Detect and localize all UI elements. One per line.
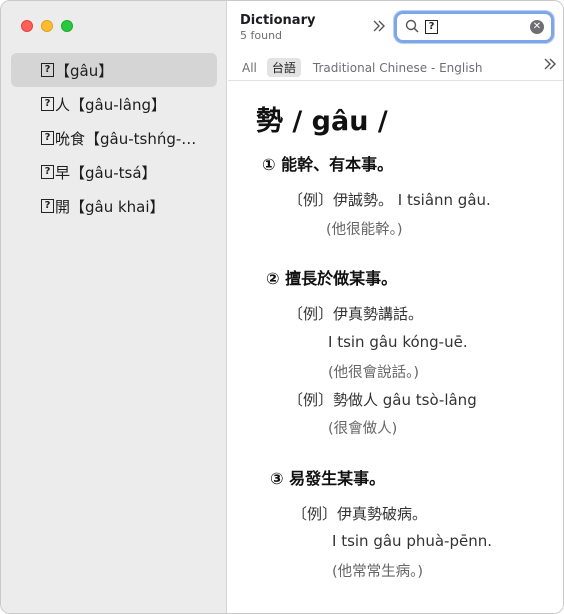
main-panel: Dictionary 5 found ? ✕ All 台語 Traditiona…: [228, 1, 563, 613]
result-item-label: 早【gâu-tsá】: [55, 163, 157, 182]
zoom-window-button[interactable]: [61, 20, 73, 32]
gloss-line: (他很會說話。): [328, 365, 420, 381]
entry-content: 勢 / gâu / ① 能幹、有本事。 〔例〕伊誠勢。 I tsiânn gâu…: [228, 83, 563, 613]
search-icon: [405, 19, 419, 33]
sense-heading: ① 能幹、有本事。: [262, 155, 394, 174]
result-item[interactable]: ? 早【gâu-tsá】: [11, 155, 217, 189]
double-chevron-right-icon: [373, 20, 385, 32]
result-item-label: 吮食【gâu-tshńg-…: [55, 129, 197, 148]
search-field[interactable]: ? ✕: [394, 11, 554, 43]
romanization-line: I tsin gâu phuà-pēnn.: [332, 532, 492, 550]
more-tabs-button[interactable]: [543, 58, 557, 73]
gloss-line: (他常常生病。): [332, 564, 424, 580]
result-count: 5 found: [240, 29, 283, 42]
example-line: 〔例〕伊誠勢。 I tsiânn gâu.: [288, 191, 491, 209]
minimize-window-button[interactable]: [41, 20, 53, 32]
tab-all[interactable]: All: [242, 61, 257, 75]
clear-icon[interactable]: ✕: [530, 20, 544, 34]
result-item[interactable]: ? 人【gâu-lâng】: [11, 87, 217, 121]
result-item-label: 開【gâu khai】: [55, 197, 165, 216]
toggle-sidebar-button[interactable]: [368, 15, 390, 37]
missing-glyph-icon: ?: [41, 131, 54, 145]
missing-glyph-icon: ?: [41, 97, 54, 111]
dictionary-tabs: All 台語 Traditional Chinese - English: [228, 55, 563, 81]
tab-taigi[interactable]: 台語: [266, 58, 301, 77]
sense-heading: ② 擅長於做某事。: [266, 269, 398, 288]
close-window-button[interactable]: [21, 20, 33, 32]
example-line: 〔例〕勢做人 gâu tsò-lâng: [288, 391, 477, 409]
results-list: ? 【gâu】 ? 人【gâu-lâng】 ? 吮食【gâu-tshńg-… ?…: [11, 53, 217, 223]
window-controls: [21, 20, 73, 32]
missing-glyph-icon: ?: [425, 20, 438, 34]
search-input[interactable]: ?: [425, 17, 525, 37]
sense-heading: ③ 易發生某事。: [270, 469, 386, 488]
example-line: 〔例〕伊真勢破病。: [292, 505, 428, 523]
dictionary-window: ? 【gâu】 ? 人【gâu-lâng】 ? 吮食【gâu-tshńg-… ?…: [0, 0, 564, 614]
entry-headword: 勢 / gâu /: [256, 106, 388, 137]
sidebar: ? 【gâu】 ? 人【gâu-lâng】 ? 吮食【gâu-tshńg-… ?…: [1, 1, 227, 613]
tab-traditional-chinese-english[interactable]: Traditional Chinese - English: [313, 61, 483, 75]
romanization-line: I tsin gâu kóng-uē.: [328, 333, 468, 351]
result-item[interactable]: ? 吮食【gâu-tshńg-…: [11, 121, 217, 155]
toolbar: Dictionary 5 found ? ✕: [228, 1, 563, 53]
result-item[interactable]: ? 開【gâu khai】: [11, 189, 217, 223]
window-title: Dictionary: [240, 13, 316, 28]
missing-glyph-icon: ?: [41, 165, 54, 179]
gloss-line: (他很能幹。): [326, 222, 403, 238]
result-item-label: 人【gâu-lâng】: [55, 95, 167, 114]
missing-glyph-icon: ?: [41, 199, 54, 213]
example-line: 〔例〕伊真勢講話。: [288, 305, 424, 323]
gloss-line: (很會做人): [328, 421, 398, 437]
result-item[interactable]: ? 【gâu】: [11, 53, 217, 87]
result-item-label: 【gâu】: [55, 61, 114, 80]
double-chevron-right-icon: [544, 58, 556, 70]
missing-glyph-icon: ?: [41, 63, 54, 77]
